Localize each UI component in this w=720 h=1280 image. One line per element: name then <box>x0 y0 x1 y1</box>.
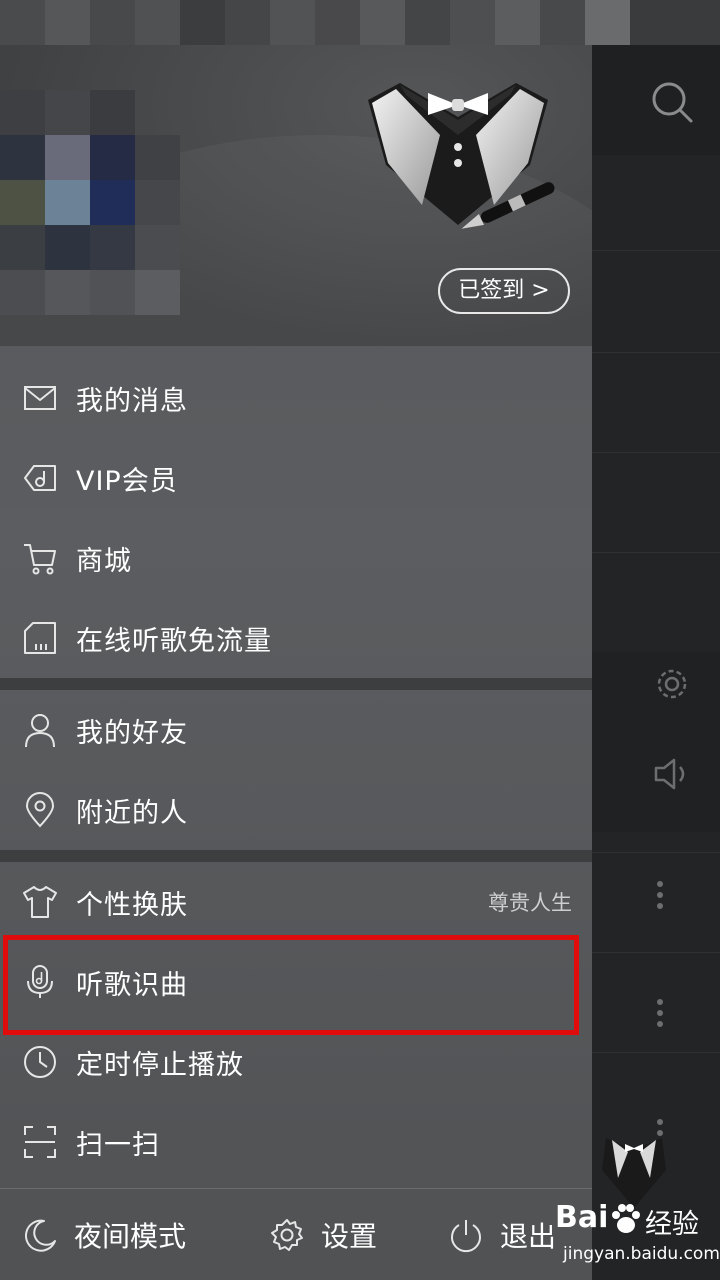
menu-item-free-data[interactable]: 在线听歌免流量 <box>0 598 592 678</box>
checkin-button[interactable]: 已签到 > <box>438 268 570 314</box>
menu-item-my-friends[interactable]: 我的好友 <box>0 690 592 770</box>
night-mode-button[interactable]: 夜间模式 <box>22 1189 186 1280</box>
menu-item-my-messages[interactable]: 我的消息 <box>0 358 592 438</box>
menu-item-vip[interactable]: VIP会员 <box>0 438 592 518</box>
menu-item-label: 我的消息 <box>76 385 188 417</box>
menu-item-label: 附近的人 <box>76 797 188 829</box>
section-divider <box>0 678 592 690</box>
menu-item-label: 我的好友 <box>76 717 188 749</box>
mail-icon <box>24 386 56 410</box>
person-icon <box>25 714 55 748</box>
profile-header: 已签到 > <box>0 45 592 346</box>
clock-icon <box>24 1046 56 1078</box>
tshirt-icon <box>23 886 57 918</box>
gear-icon[interactable] <box>654 666 690 702</box>
exit-button[interactable]: 退出 <box>448 1189 556 1280</box>
watermark-url: jingyan.baidu.com <box>563 1244 720 1264</box>
settings-button[interactable]: 设置 <box>269 1189 377 1280</box>
watermark-brand: Bai <box>555 1200 609 1235</box>
side-drawer: 已签到 > 我的消息 VIP会员 商城 在线听歌免流量 我的好友 附近的人 个性… <box>0 45 592 1280</box>
avatar[interactable] <box>0 90 180 315</box>
current-skin-name: 尊贵人生 <box>488 891 572 915</box>
cart-icon <box>24 544 56 575</box>
night-mode-label: 夜间模式 <box>74 1220 187 1253</box>
power-icon <box>451 1220 481 1253</box>
section-divider <box>0 850 592 862</box>
tuxedo-skin-icon <box>368 83 555 229</box>
menu-item-scan[interactable]: 扫一扫 <box>0 1102 592 1182</box>
settings-label: 设置 <box>321 1220 378 1253</box>
background-app-panel <box>592 0 720 1280</box>
exit-label: 退出 <box>500 1220 557 1253</box>
highlight-box <box>3 935 579 1035</box>
menu-item-label: 个性换肤 <box>76 889 188 921</box>
menu-item-nearby-people[interactable]: 附近的人 <box>0 770 592 850</box>
menu-item-label: 定时停止播放 <box>76 1049 244 1081</box>
gear-icon <box>271 1219 303 1251</box>
more-vertical-icon[interactable] <box>656 880 664 910</box>
menu-item-mall[interactable]: 商城 <box>0 518 592 598</box>
status-bar <box>0 0 720 45</box>
speaker-icon[interactable] <box>652 756 692 792</box>
drawer-bottom-bar: 夜间模式 设置 退出 <box>0 1188 592 1280</box>
moon-icon <box>25 1219 56 1252</box>
location-pin-icon <box>25 792 55 828</box>
menu-item-label: 在线听歌免流量 <box>76 625 272 657</box>
menu-item-label: VIP会员 <box>76 465 178 497</box>
vip-tag-icon <box>24 465 56 491</box>
scan-icon <box>24 1126 56 1158</box>
search-icon[interactable] <box>650 80 694 124</box>
watermark-brand2: 经验 <box>645 1209 699 1240</box>
paw-icon <box>612 1204 640 1233</box>
sim-card-icon <box>24 622 56 654</box>
baidu-jingyan-watermark: Bai 经验 jingyan.baidu.com <box>555 1196 720 1280</box>
menu-item-label: 商城 <box>76 545 132 577</box>
more-vertical-icon[interactable] <box>656 998 664 1028</box>
menu-item-skin[interactable]: 个性换肤 尊贵人生 <box>0 862 592 942</box>
menu-item-label: 扫一扫 <box>76 1129 160 1161</box>
